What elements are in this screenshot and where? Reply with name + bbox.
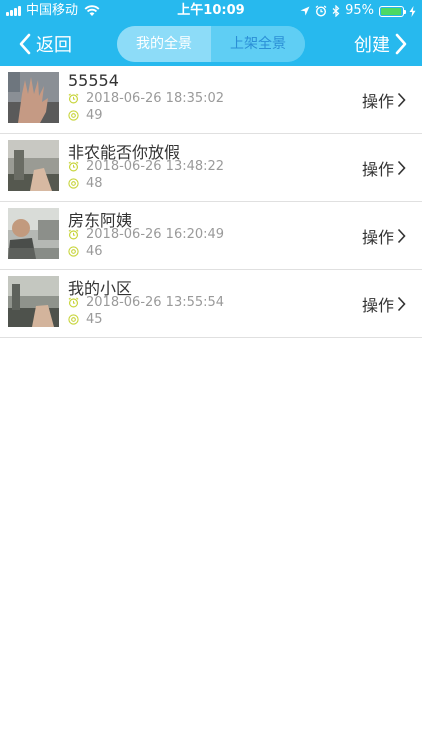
view-count-icon — [68, 314, 79, 325]
view-count-icon — [68, 110, 79, 121]
location-arrow-icon — [300, 6, 310, 16]
operate-label: 操作 — [361, 296, 394, 315]
tab-listed-panoramas[interactable]: 上架全景 — [211, 26, 305, 62]
clock-icon — [68, 229, 79, 240]
operate-button[interactable]: 操作 — [362, 292, 406, 316]
item-views: 46 — [68, 244, 103, 259]
list-item[interactable]: 房东阿姨 2018-06-26 16:20:49 46 操作 — [0, 202, 422, 270]
operate-label: 操作 — [361, 228, 394, 247]
nav-bar: 返回 我的全景 上架全景 创建 — [0, 22, 422, 66]
clock-icon — [68, 93, 79, 104]
chevron-left-icon — [19, 33, 31, 55]
chevron-right-icon — [397, 296, 406, 312]
chevron-right-icon — [397, 228, 406, 244]
bluetooth-icon — [332, 5, 340, 17]
panorama-thumbnail — [8, 140, 59, 191]
item-views: 48 — [68, 176, 103, 191]
clock-icon — [68, 161, 79, 172]
operate-label: 操作 — [361, 160, 394, 179]
panorama-list: 55554 2018-06-26 18:35:02 49 操作 非农能否你放假 … — [0, 66, 422, 338]
item-time-text: 2018-06-26 18:35:02 — [86, 91, 225, 106]
status-right: 95% — [300, 0, 416, 22]
item-views-text: 45 — [86, 312, 103, 327]
battery-icon — [379, 5, 406, 17]
item-time: 2018-06-26 13:55:54 — [68, 295, 224, 310]
clock-icon — [68, 297, 79, 308]
item-time: 2018-06-26 13:48:22 — [68, 159, 224, 174]
panorama-thumbnail — [8, 276, 59, 327]
create-label: 创建 — [354, 35, 390, 56]
item-time: 2018-06-26 18:35:02 — [68, 91, 224, 106]
item-title: 55554 — [68, 71, 119, 90]
alarm-icon — [315, 5, 327, 17]
charging-bolt-icon — [409, 5, 416, 17]
list-item[interactable]: 非农能否你放假 2018-06-26 13:48:22 48 操作 — [0, 134, 422, 202]
operate-label: 操作 — [361, 92, 394, 111]
status-bar: 中国移动 上午10:09 95% — [0, 0, 422, 22]
item-time: 2018-06-26 16:20:49 — [68, 227, 224, 242]
list-item[interactable]: 55554 2018-06-26 18:35:02 49 操作 — [0, 66, 422, 134]
item-time-text: 2018-06-26 13:55:54 — [86, 295, 225, 310]
panorama-thumbnail — [8, 208, 59, 259]
segmented-control: 我的全景 上架全景 — [117, 26, 305, 62]
chevron-right-icon — [395, 33, 407, 55]
create-button[interactable]: 创建 — [354, 22, 408, 66]
item-views-text: 49 — [86, 108, 103, 123]
back-button[interactable]: 返回 — [18, 22, 72, 66]
item-time-text: 2018-06-26 13:48:22 — [86, 159, 225, 174]
operate-button[interactable]: 操作 — [362, 88, 406, 112]
chevron-right-icon — [397, 160, 406, 176]
operate-button[interactable]: 操作 — [362, 224, 406, 248]
panorama-thumbnail — [8, 72, 59, 123]
chevron-right-icon — [397, 92, 406, 108]
item-views: 49 — [68, 108, 103, 123]
view-count-icon — [68, 246, 79, 257]
battery-fill — [381, 7, 401, 15]
item-views-text: 48 — [86, 176, 103, 191]
top-bar: 中国移动 上午10:09 95% 返回 我的全景 上架全景 创建 — [0, 0, 422, 66]
back-label: 返回 — [36, 35, 72, 56]
item-time-text: 2018-06-26 16:20:49 — [86, 227, 225, 242]
item-views: 45 — [68, 312, 103, 327]
item-views-text: 46 — [86, 244, 103, 259]
list-item[interactable]: 我的小区 2018-06-26 13:55:54 45 操作 — [0, 270, 422, 338]
view-count-icon — [68, 178, 79, 189]
tab-my-panoramas[interactable]: 我的全景 — [117, 26, 211, 62]
battery-percent: 95% — [345, 3, 374, 18]
operate-button[interactable]: 操作 — [362, 156, 406, 180]
